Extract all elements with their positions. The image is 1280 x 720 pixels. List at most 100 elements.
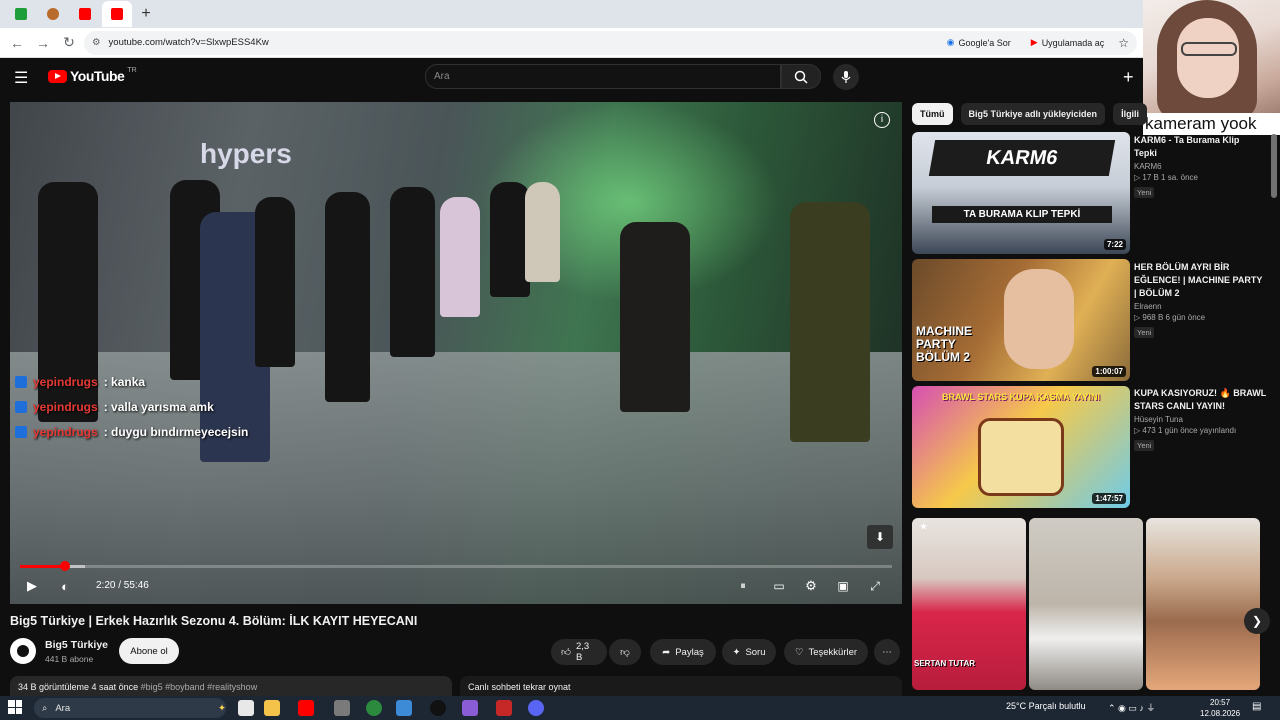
forward-button[interactable]: → bbox=[32, 32, 54, 54]
webcam-caption: kameram yook bbox=[1143, 113, 1280, 135]
windows-start-icon[interactable] bbox=[8, 700, 22, 714]
new-badge: Yeni bbox=[1134, 327, 1155, 338]
dislike-button[interactable]: 👎︎ bbox=[609, 639, 641, 665]
app-taskbar-icon[interactable] bbox=[334, 700, 350, 716]
recommendation-title: HER BÖLÜM AYRI BİR EĞLENCE! | MACHINE PA… bbox=[1134, 262, 1263, 298]
search-input[interactable]: Ara bbox=[425, 64, 781, 89]
subscribe-button[interactable]: Abone ol bbox=[119, 638, 179, 664]
subtitles-icon[interactable]: ▭ bbox=[769, 576, 789, 596]
search-icon: ⌕ bbox=[42, 702, 48, 714]
chevron-right-icon[interactable]: ❯ bbox=[1244, 608, 1270, 634]
system-tray-icons[interactable]: ⌃ ◉ ▭ ♪ ⏚ bbox=[1108, 701, 1155, 714]
chat-overlay-line: yepindrugs : kanka bbox=[15, 375, 145, 389]
search-button[interactable] bbox=[781, 64, 821, 89]
youtube-app-icon: ▶ bbox=[1030, 37, 1038, 47]
microphone-icon bbox=[841, 71, 851, 83]
discord-icon[interactable] bbox=[528, 700, 544, 716]
recommendation-channel[interactable]: Hüseyin Tuna bbox=[1134, 415, 1269, 424]
create-plus-icon[interactable]: + bbox=[1123, 67, 1134, 88]
reload-button[interactable]: ↻ bbox=[58, 32, 80, 54]
youtube-logo[interactable]: YouTube TR bbox=[48, 67, 137, 84]
autoplay-toggle-icon[interactable]: ⏸ bbox=[733, 576, 753, 596]
chat-badge-icon bbox=[15, 426, 27, 438]
info-icon[interactable]: i bbox=[874, 112, 890, 128]
weather-widget[interactable]: 25°C Parçalı bulutlu bbox=[1006, 701, 1086, 711]
ask-button[interactable]: ✦ Soru bbox=[722, 639, 776, 665]
progress-played bbox=[20, 565, 65, 568]
recommendation-channel[interactable]: Elraenn bbox=[1134, 302, 1269, 311]
hamburger-menu-icon[interactable]: ☰ bbox=[14, 68, 34, 87]
thumbnail-logo-karm6: KARM6 bbox=[928, 140, 1116, 176]
recommendation-thumbnail[interactable]: MACHINE PARTY BÖLÜM 2 1:00:07 bbox=[912, 259, 1130, 381]
back-button[interactable]: ← bbox=[6, 32, 28, 54]
twitch-icon[interactable] bbox=[462, 700, 478, 716]
windows-taskbar: ⌕ Ara ✦ 25°C Parçalı bulutlu ⌃ ◉ ▭ ♪ ⏚ 2… bbox=[0, 696, 1280, 720]
chrome-icon[interactable] bbox=[366, 700, 382, 716]
chip-all[interactable]: Tümü bbox=[912, 103, 953, 125]
theater-mode-icon[interactable]: ▣ bbox=[833, 576, 853, 596]
task-view-icon[interactable] bbox=[238, 700, 254, 716]
bookmark-star-icon[interactable]: ☆ bbox=[1118, 36, 1129, 50]
shorts-thumbnail[interactable] bbox=[1146, 518, 1260, 690]
thumbs-down-icon: 👎︎ bbox=[620, 647, 630, 658]
recommendation-thumbnail[interactable]: BRAWL STARS KUPA KASMA YAYINI 1:47:57 bbox=[912, 386, 1130, 508]
new-badge: Yeni bbox=[1134, 187, 1155, 198]
recommendation-channel[interactable]: KARM6 bbox=[1134, 162, 1269, 171]
chat-replay-bar[interactable]: Canlı sohbeti tekrar oynat bbox=[460, 676, 902, 696]
channel-avatar[interactable] bbox=[10, 638, 36, 664]
recommendation-thumbnail[interactable]: KARM6 TA BURAMA KLIP TEPKİ 7:22 bbox=[912, 132, 1130, 254]
voice-search-button[interactable] bbox=[833, 64, 859, 90]
recommendation-info[interactable]: HER BÖLÜM AYRI BİR EĞLENCE! | MACHINE PA… bbox=[1134, 261, 1269, 340]
share-button[interactable]: ➦ Paylaş bbox=[650, 639, 716, 665]
save-to-playlist-icon[interactable]: ⬇ bbox=[867, 525, 893, 549]
shorts-thumbnail[interactable]: ★ SERTAN TUTAR bbox=[912, 518, 1026, 690]
file-explorer-icon[interactable] bbox=[264, 700, 280, 716]
time-display: 2:20 / 55:46 bbox=[96, 580, 149, 591]
recommendation-meta: ▷ 17 B 1 sa. önce bbox=[1134, 173, 1198, 182]
video-player[interactable]: hypers yepindrugs : kanka yepindrugs : v… bbox=[10, 102, 902, 604]
shorts-label: SERTAN TUTAR bbox=[914, 659, 976, 668]
youtube-header: ☰ YouTube TR Ara + bbox=[0, 58, 1143, 96]
recommendation-info[interactable]: KUPA KASIYORUZ! 🔥 BRAWL STARS CANLI YAYIN… bbox=[1134, 387, 1269, 453]
chip-from-uploader[interactable]: Big5 Türkiye adlı yükleyiciden bbox=[960, 103, 1106, 125]
open-in-app-button[interactable]: ▶ Uygulamada aç bbox=[1025, 35, 1110, 50]
site-info-icon[interactable]: ⚙ bbox=[92, 37, 101, 48]
play-icon[interactable]: ▶ bbox=[22, 576, 42, 596]
sparkle-icon: ✦ bbox=[732, 646, 741, 658]
recommendation-info[interactable]: KARM6 - Ta Burama Klip Tepki KARM6 ▷ 17 B… bbox=[1134, 134, 1269, 200]
shorts-thumbnail[interactable] bbox=[1029, 518, 1143, 690]
progress-bar[interactable] bbox=[20, 565, 892, 568]
obs-icon[interactable] bbox=[430, 700, 446, 716]
app-red-icon[interactable] bbox=[496, 700, 512, 716]
thanks-button[interactable]: ♡ Teşekkürler bbox=[784, 639, 868, 665]
progress-scrubber-handle[interactable] bbox=[60, 561, 70, 571]
address-bar[interactable]: ⚙ youtube.com/watch?v=SlxwpESS4Kw ◉ Googl… bbox=[84, 30, 1137, 55]
fullscreen-icon[interactable]: ⤢ bbox=[865, 576, 885, 596]
tab-favicon-green[interactable] bbox=[6, 1, 36, 27]
browser-tab-strip: + bbox=[0, 0, 1143, 28]
youtube-taskbar-icon[interactable] bbox=[298, 700, 314, 716]
new-tab-button[interactable]: + bbox=[134, 2, 158, 26]
scrollbar[interactable] bbox=[1271, 134, 1277, 198]
hashtags[interactable]: #big5 #boyband #realityshow bbox=[141, 682, 258, 692]
chip-related[interactable]: İlgili bbox=[1113, 103, 1148, 125]
taskbar-clock[interactable]: 20:57 12.08.2026 bbox=[1200, 697, 1240, 719]
search-icon bbox=[794, 70, 808, 84]
taskbar-search[interactable]: ⌕ Ara ✦ bbox=[34, 698, 226, 718]
notification-icon[interactable]: ▤ bbox=[1252, 701, 1261, 712]
like-button[interactable]: 👍︎ 2,3 B bbox=[551, 639, 607, 665]
tab-youtube-1[interactable] bbox=[70, 1, 100, 27]
settings-gear-icon[interactable]: ⚙ bbox=[801, 576, 821, 596]
video-title: Big5 Türkiye | Erkek Hazırlık Sezonu 4. … bbox=[10, 614, 418, 628]
recommendation-title: KARM6 - Ta Burama Klip Tepki bbox=[1134, 135, 1240, 158]
tab-youtube-active[interactable] bbox=[102, 1, 132, 27]
thumbs-up-icon: 👍︎ bbox=[561, 647, 571, 658]
settings-taskbar-icon[interactable] bbox=[396, 700, 412, 716]
more-actions-icon[interactable]: ⋯ bbox=[874, 639, 900, 665]
tab-favicon-figure[interactable] bbox=[38, 1, 68, 27]
description-box[interactable]: 34 B görüntüleme 4 saat önce #big5 #boyb… bbox=[10, 676, 452, 696]
volume-icon[interactable]: ◐ bbox=[55, 576, 75, 596]
ask-google-button[interactable]: ◉ Google'a Sor bbox=[941, 35, 1017, 50]
channel-name[interactable]: Big5 Türkiye bbox=[45, 639, 108, 651]
url-text: youtube.com/watch?v=SlxwpESS4Kw bbox=[108, 37, 269, 48]
